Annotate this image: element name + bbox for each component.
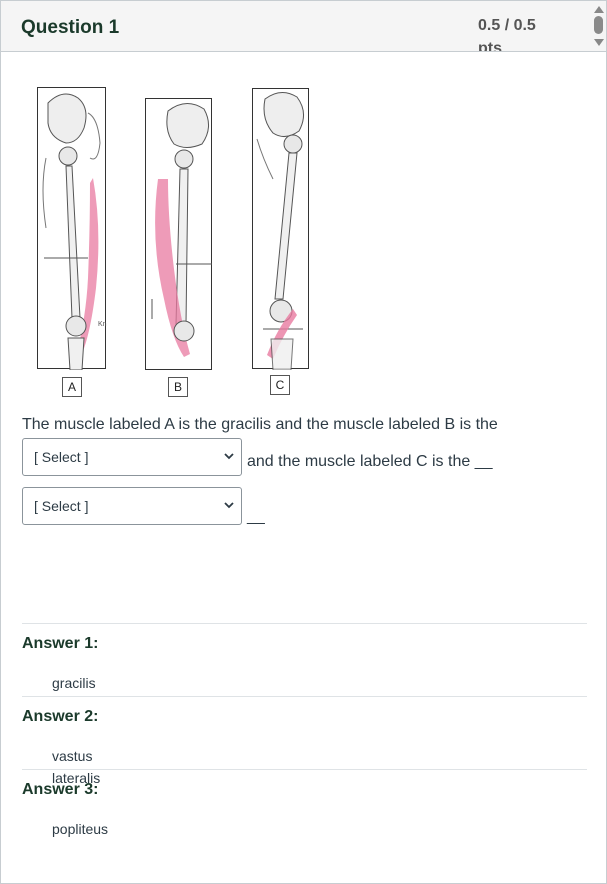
quiz-question-panel: Question 1 0.5 / 0.5 pts Kn A B C The mu…	[0, 0, 607, 884]
question-text-middle: and the muscle labeled C is the __	[247, 453, 493, 470]
answer-1-value: gracilis	[52, 675, 96, 691]
answer-3-label: Answer 3:	[22, 781, 99, 798]
scroll-up-arrow-icon[interactable]	[594, 6, 604, 13]
leg-drawing-b	[151, 103, 212, 357]
select-1-value: [ Select ]	[34, 449, 89, 465]
figure-small-text: Kn	[98, 321, 107, 328]
figure-label-a: A	[62, 377, 82, 397]
answer-3-value: popliteus	[52, 821, 109, 837]
answer-divider	[22, 696, 587, 697]
leg-drawing-c	[256, 92, 304, 371]
answer-select-2[interactable]: [ Select ]	[22, 487, 242, 525]
scrollbar[interactable]	[590, 3, 606, 51]
figure-label-b: B	[168, 377, 188, 397]
question-text-end: __	[247, 508, 265, 525]
question-text: The muscle labeled A is the gracilis and…	[22, 416, 498, 433]
scroll-down-arrow-icon[interactable]	[594, 39, 604, 46]
answers-divider	[22, 623, 587, 624]
chevron-down-icon	[224, 453, 234, 460]
leg-drawing-a: Kn	[42, 93, 107, 371]
thigh-muscle-figure: Kn A B C	[31, 81, 321, 401]
figure-panel-a: Kn	[37, 87, 107, 371]
answer-select-1[interactable]: [ Select ]	[22, 438, 242, 476]
figure-label-c: C	[270, 375, 290, 395]
answer-1-label: Answer 1:	[22, 635, 99, 652]
figure-panel-b	[145, 98, 212, 370]
question-header: Question 1 0.5 / 0.5 pts	[1, 1, 606, 52]
select-2-value: [ Select ]	[34, 498, 89, 514]
question-points: 0.5 / 0.5 pts	[478, 17, 536, 52]
question-title: Question 1	[21, 17, 120, 38]
figure-panel-c	[252, 88, 309, 371]
answer-2-label: Answer 2:	[22, 708, 99, 725]
answer-divider	[22, 769, 587, 770]
chevron-down-icon	[224, 502, 234, 509]
scroll-thumb[interactable]	[594, 16, 603, 34]
